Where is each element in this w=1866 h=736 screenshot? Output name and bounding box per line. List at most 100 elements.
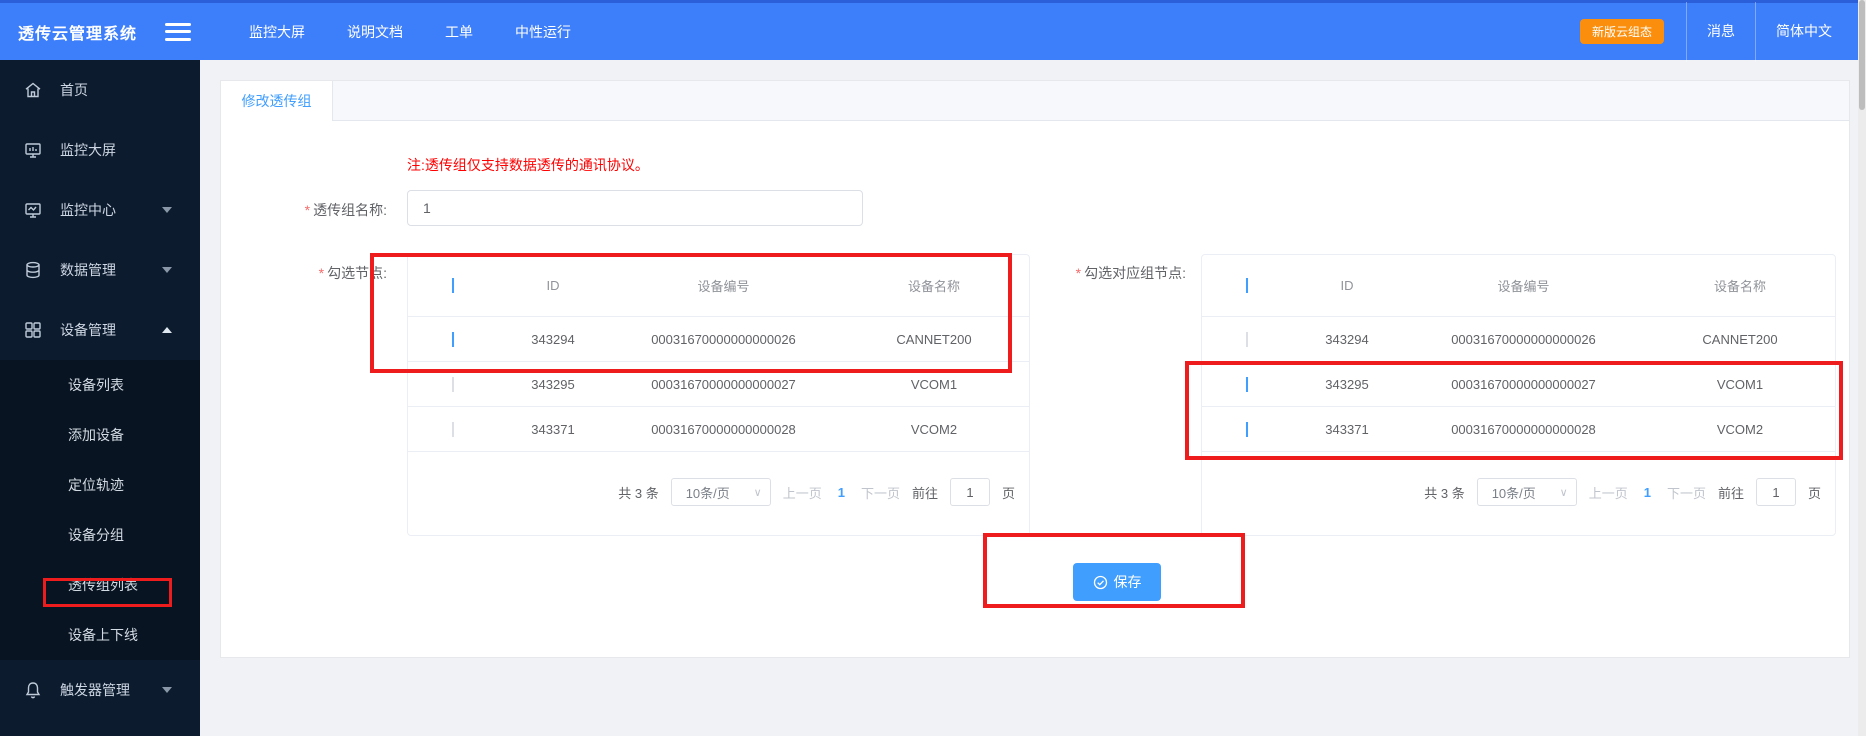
table-header-row: ID 设备编号 设备名称 [1202, 255, 1835, 317]
top-navbar: 透传云管理系统 监控大屏 说明文档 工单 中性运行 新版云组态 消息 简体中文 [0, 0, 1866, 62]
sidebar-item-device-on-offline[interactable]: 设备上下线 [0, 610, 200, 660]
select-all-checkbox[interactable] [452, 278, 454, 293]
pagination: 共 3 条 10条/页∨ 上一页 1 下一页 前往 页 [618, 472, 1015, 512]
cell-id: 343295 [1325, 376, 1369, 392]
messages-link[interactable]: 消息 [1687, 3, 1755, 60]
pagination-total: 共 3 条 [618, 485, 659, 501]
sidebar-item-monitor-center[interactable]: 监控中心 [0, 180, 200, 240]
sidebar-item-trigger-management[interactable]: 触发器管理 [0, 660, 200, 720]
app-title: 透传云管理系统 [18, 25, 138, 43]
column-header-id: ID [1340, 278, 1354, 293]
top-menu-item-docs[interactable]: 说明文档 [347, 22, 403, 42]
page-size-select[interactable]: 10条/页 ∨ [670, 478, 771, 506]
group-name-label: * 透传组名称: [304, 202, 387, 218]
goto-page-input[interactable] [1755, 478, 1796, 506]
select-all-checkbox[interactable] [1246, 278, 1248, 293]
table-row: 343295 00031670000000000027 VCOM1 [408, 362, 1029, 407]
top-menu-item-monitor-screen[interactable]: 监控大屏 [249, 22, 305, 42]
protocol-note: 注:透传组仅支持数据透传的通讯协议。 [407, 157, 649, 173]
prev-page-button[interactable]: 上一页 [783, 483, 822, 502]
sidebar-item-monitor-screen[interactable]: 监控大屏 [0, 120, 200, 180]
hamburger-menu-icon[interactable] [165, 22, 192, 41]
cell-id: 343371 [1325, 421, 1369, 437]
chevron-down-icon: ∨ [753, 486, 762, 499]
sidebar-item-label: 触发器管理 [60, 682, 130, 698]
sidebar: 首页 监控大屏 监控中心 数据管理 设备管理 设备列表 添加设备 定位轨迹 设备… [0, 60, 200, 736]
goto-unit: 页 [1807, 485, 1821, 501]
row-checkbox[interactable] [1246, 331, 1248, 347]
check-nodes-label: * 勾选节点: [318, 265, 387, 281]
top-menu-item-neutral-run[interactable]: 中性运行 [515, 22, 571, 42]
cell-device-name: VCOM1 [1716, 376, 1764, 392]
goto-label: 前往 [1717, 485, 1744, 501]
cell-device-no: 00031670000000000026 [1451, 331, 1596, 347]
chevron-down-icon: ∨ [1559, 486, 1568, 499]
cell-id: 343294 [531, 331, 575, 347]
group-name-input[interactable] [407, 190, 863, 226]
top-menu: 监控大屏 说明文档 工单 中性运行 [249, 22, 571, 42]
navbar-right: 新版云组态 消息 简体中文 [1579, 1, 1852, 62]
language-link[interactable]: 简体中文 [1756, 3, 1852, 60]
table-row: 343294 00031670000000000026 CANNET200 [1202, 317, 1835, 362]
row-checkbox[interactable] [452, 331, 454, 347]
goto-page-input[interactable] [949, 478, 990, 506]
pagination-total: 共 3 条 [1424, 485, 1465, 501]
tab-bar: 修改透传组 [221, 81, 1849, 121]
current-page[interactable]: 1 [1640, 485, 1655, 500]
sidebar-item-device-list[interactable]: 设备列表 [0, 360, 200, 410]
row-checkbox[interactable] [1246, 376, 1248, 392]
home-icon [25, 82, 41, 98]
page-scrollbar[interactable] [1858, 0, 1866, 736]
cell-device-name: VCOM2 [1716, 421, 1764, 437]
table-row: 343371 00031670000000000028 VCOM2 [408, 407, 1029, 452]
scrollbar-thumb[interactable] [1859, 0, 1865, 110]
sidebar-item-label: 数据管理 [60, 262, 116, 278]
column-header-id: ID [546, 278, 560, 293]
column-header-device-no: 设备编号 [697, 279, 750, 294]
row-checkbox[interactable] [452, 376, 454, 392]
sidebar-item-add-device[interactable]: 添加设备 [0, 410, 200, 460]
cell-device-no: 00031670000000000027 [1451, 376, 1596, 392]
check-group-nodes-label: * 勾选对应组节点: [1075, 265, 1186, 281]
sidebar-item-device-management[interactable]: 设备管理 [0, 300, 200, 360]
chevron-up-icon [162, 327, 172, 333]
cell-device-no: 00031670000000000026 [651, 331, 796, 347]
page-size-select[interactable]: 10条/页 ∨ [1476, 478, 1577, 506]
goto-unit: 页 [1001, 485, 1015, 501]
sidebar-item-home[interactable]: 首页 [0, 60, 200, 120]
chevron-down-icon [162, 207, 172, 213]
cell-id: 343371 [531, 421, 575, 437]
table-header-row: ID 设备编号 设备名称 [408, 255, 1029, 317]
sidebar-item-label: 监控中心 [60, 202, 116, 218]
cell-device-name: CANNET200 [896, 331, 972, 347]
top-menu-item-workorder[interactable]: 工单 [445, 22, 473, 42]
cell-device-name: VCOM1 [910, 376, 958, 392]
cell-device-no: 00031670000000000028 [651, 421, 796, 437]
new-scada-button[interactable]: 新版云组态 [1579, 19, 1664, 44]
current-page[interactable]: 1 [834, 485, 849, 500]
next-page-button[interactable]: 下一页 [861, 483, 900, 502]
column-header-device-name: 设备名称 [907, 279, 960, 294]
sidebar-item-device-group[interactable]: 设备分组 [0, 510, 200, 560]
save-button[interactable]: 保存 [1073, 563, 1161, 601]
nodes-table-panel: ID 设备编号 设备名称 343294 00031670000000000026… [407, 254, 1030, 536]
chevron-down-icon [162, 267, 172, 273]
row-checkbox[interactable] [452, 421, 454, 437]
main-card: 修改透传组 注:透传组仅支持数据透传的通讯协议。 *透传组名称: *勾选节点: … [220, 80, 1850, 658]
sidebar-item-passthrough-group-list[interactable]: 透传组列表 [0, 560, 200, 610]
row-checkbox[interactable] [1246, 421, 1248, 437]
sidebar-item-data-management[interactable]: 数据管理 [0, 240, 200, 300]
next-page-button[interactable]: 下一页 [1667, 483, 1706, 502]
sidebar-item-location-track[interactable]: 定位轨迹 [0, 460, 200, 510]
tab-edit-passthrough-group[interactable]: 修改透传组 [221, 81, 333, 121]
table-row: 343371 00031670000000000028 VCOM2 [1202, 407, 1835, 452]
goto-label: 前往 [911, 485, 938, 501]
monitor-center-icon [25, 203, 41, 218]
grid-icon [25, 322, 41, 338]
cell-device-no: 00031670000000000028 [1451, 421, 1596, 437]
cell-device-name: CANNET200 [1702, 331, 1778, 347]
prev-page-button[interactable]: 上一页 [1589, 483, 1628, 502]
cell-device-name: VCOM2 [910, 421, 958, 437]
chevron-down-icon [162, 687, 172, 693]
cell-device-no: 00031670000000000027 [651, 376, 796, 392]
